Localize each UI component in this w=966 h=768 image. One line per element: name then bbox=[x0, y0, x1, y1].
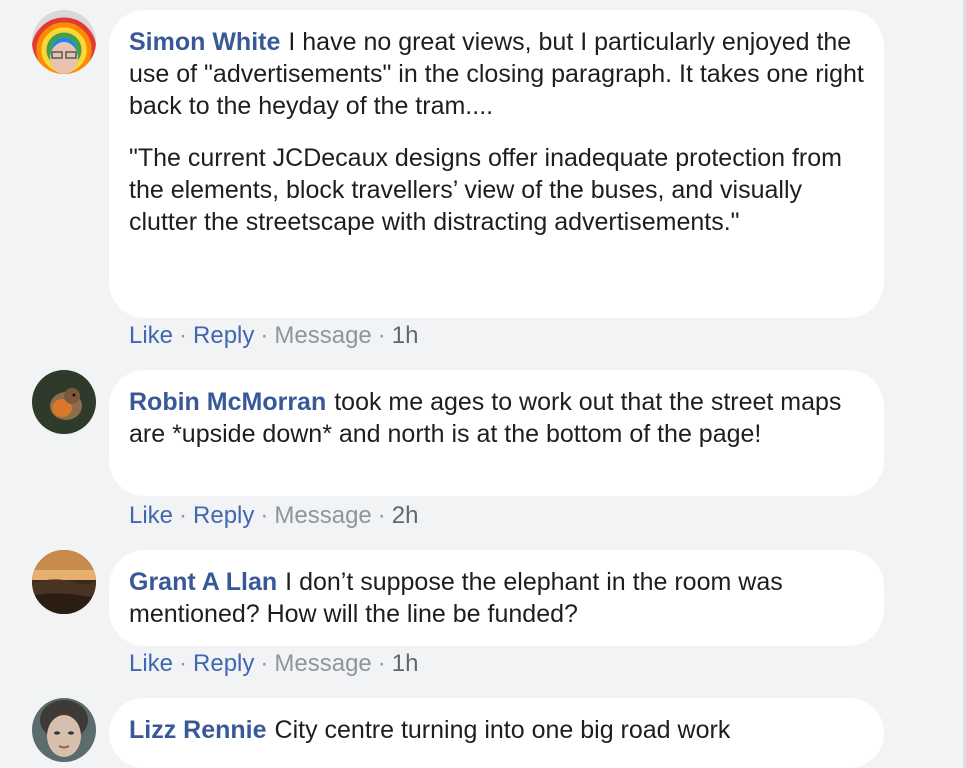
separator-dot: · bbox=[377, 650, 386, 677]
comment-bubble: Lizz Rennie City centre turning into one … bbox=[109, 698, 884, 768]
comment-paragraph-2: "The current JCDecaux designs offer inad… bbox=[129, 144, 842, 236]
separator-dot: · bbox=[260, 650, 269, 677]
message-link[interactable]: Message bbox=[274, 322, 371, 349]
author-name[interactable]: Robin McMorran bbox=[129, 388, 326, 416]
comment-body: City centre turning into one big road wo… bbox=[274, 716, 731, 744]
avatar[interactable] bbox=[32, 10, 96, 74]
comment-text: Lizz Rennie City centre turning into one … bbox=[129, 714, 864, 746]
like-link[interactable]: Like bbox=[129, 502, 173, 529]
like-link[interactable]: Like bbox=[129, 650, 173, 677]
comment-text: Robin McMorran took me ages to work out t… bbox=[129, 386, 864, 450]
separator-dot: · bbox=[179, 322, 188, 349]
timestamp[interactable]: 1h bbox=[392, 650, 419, 677]
separator-dot: · bbox=[377, 502, 386, 529]
comment-bubble: Simon White I have no great views, but I … bbox=[109, 10, 884, 318]
separator-dot: · bbox=[260, 502, 269, 529]
comment-bubble: Robin McMorran took me ages to work out t… bbox=[109, 370, 884, 496]
reply-link[interactable]: Reply bbox=[193, 322, 254, 349]
separator-dot: · bbox=[179, 502, 188, 529]
author-name[interactable]: Simon White bbox=[129, 28, 280, 56]
message-link[interactable]: Message bbox=[274, 650, 371, 677]
separator-dot: · bbox=[260, 322, 269, 349]
comment-actions: Like · Reply · Message · 2h bbox=[129, 500, 418, 532]
avatar[interactable] bbox=[32, 370, 96, 434]
author-name[interactable]: Lizz Rennie bbox=[129, 716, 267, 744]
separator-dot: · bbox=[377, 322, 386, 349]
comment-actions: Like · Reply · Message · 1h bbox=[129, 648, 418, 680]
separator-dot: · bbox=[179, 650, 188, 677]
timestamp[interactable]: 2h bbox=[392, 502, 419, 529]
avatar[interactable] bbox=[32, 698, 96, 762]
like-link[interactable]: Like bbox=[129, 322, 173, 349]
comment-actions: Like · Reply · Message · 1h bbox=[129, 320, 418, 352]
reply-link[interactable]: Reply bbox=[193, 502, 254, 529]
timestamp[interactable]: 1h bbox=[392, 322, 419, 349]
comment-text: Grant A Llan I don’t suppose the elephant… bbox=[129, 566, 864, 630]
comment-text: Simon White I have no great views, but I … bbox=[129, 26, 864, 122]
comment-bubble: Grant A Llan I don’t suppose the elephant… bbox=[109, 550, 884, 646]
reply-link[interactable]: Reply bbox=[193, 650, 254, 677]
avatar[interactable] bbox=[32, 550, 96, 614]
author-name[interactable]: Grant A Llan bbox=[129, 568, 277, 596]
message-link[interactable]: Message bbox=[274, 502, 371, 529]
